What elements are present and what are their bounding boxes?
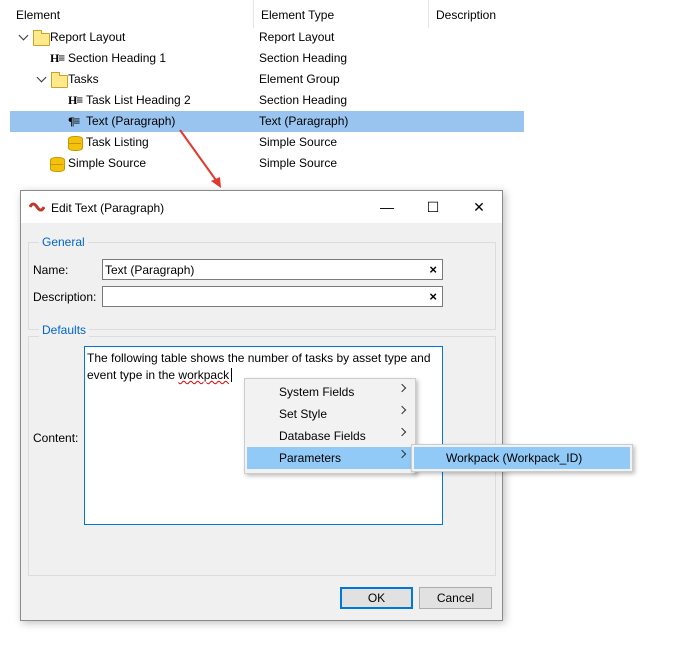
defaults-group-label: Defaults [39,323,90,337]
name-field[interactable]: Text (Paragraph) × [102,259,443,280]
tree-row-text-paragraph[interactable]: ¶≡ Text (Paragraph) Text (Paragraph) [10,111,524,132]
tree-row-task-listing[interactable]: Task Listing Simple Source [0,132,524,153]
tree-row-type: Simple Source [259,135,338,149]
dialog-titlebar[interactable]: Edit Text (Paragraph) — ☐ ✕ [21,191,502,223]
column-header-description[interactable]: Description [436,8,496,22]
chevron-right-icon [397,383,407,393]
tree-row-type: Section Heading [259,93,348,107]
tree-row-type: Section Heading [259,51,348,65]
menu-item-label: System Fields [279,385,355,399]
folder-icon [33,30,50,46]
heading-icon: H≡ [68,93,83,107]
tree-row-simple-source[interactable]: Simple Source Simple Source [0,153,524,174]
chevron-right-icon [397,449,407,459]
menu-item-parameters[interactable]: Parameters [247,447,413,469]
menu-item-database-fields[interactable]: Database Fields [247,425,413,447]
minimize-button[interactable]: — [364,191,410,223]
tree-row-label: Simple Source [68,156,147,170]
name-field-value: Text (Paragraph) [105,263,195,277]
name-label: Name: [33,263,69,277]
menu-item-set-style[interactable]: Set Style [247,403,413,425]
description-label: Description: [33,290,97,304]
menu-item-label: Parameters [279,451,342,465]
column-header-element[interactable]: Element [16,8,60,22]
chevron-down-icon[interactable] [36,72,47,83]
app-logo-icon [29,202,45,212]
ok-button[interactable]: OK [340,587,413,609]
chevron-down-icon[interactable] [18,30,29,41]
tree-row-label: Tasks [68,72,99,86]
chevron-right-icon [397,427,407,437]
clear-description-icon[interactable]: × [429,289,437,304]
content-text-misspelled: workpack [178,368,230,382]
tree-row-label: Report Layout [50,30,126,44]
maximize-button[interactable]: ☐ [410,191,456,223]
folder-icon [51,72,68,88]
tree-row-report-layout[interactable]: Report Layout Report Layout [0,27,524,48]
database-icon [68,136,83,151]
close-button[interactable]: ✕ [456,191,502,223]
cancel-button[interactable]: Cancel [419,587,492,609]
column-header-element-type[interactable]: Element Type [261,8,334,22]
heading-icon: H≡ [50,51,65,65]
tree-row-label: Section Heading 1 [68,51,167,65]
annotation-arrow [179,129,221,188]
menu-item-label: Workpack (Workpack_ID) [446,451,583,465]
paragraph-icon: ¶≡ [68,114,80,128]
menu-item-workpack[interactable]: Workpack (Workpack_ID) [414,447,630,469]
clear-name-icon[interactable]: × [429,262,437,277]
tree-header: Element Element Type Description [0,0,524,28]
tree-row-type: Report Layout [259,30,335,44]
tree-row-section-heading-1[interactable]: H≡ Section Heading 1 Section Heading [0,48,524,69]
tree-row-label: Task List Heading 2 [86,93,191,107]
context-menu: System Fields Set Style Database Fields … [244,378,416,474]
parameters-submenu: Workpack (Workpack_ID) [411,444,633,472]
database-icon [50,157,65,172]
content-label: Content: [33,431,79,445]
description-field[interactable]: × [102,286,443,307]
tree-row-type: Simple Source [259,156,338,170]
menu-item-label: Database Fields [279,429,366,443]
tree-row-type: Text (Paragraph) [259,114,349,128]
tree-row-label: Task Listing [86,135,149,149]
menu-item-label: Set Style [279,407,328,421]
chevron-right-icon [397,405,407,415]
tree-row-type: Element Group [259,72,340,86]
general-group-label: General [39,235,88,249]
tree-row-tasks[interactable]: Tasks Element Group [0,69,524,90]
menu-item-system-fields[interactable]: System Fields [247,381,413,403]
tree-row-task-list-heading-2[interactable]: H≡ Task List Heading 2 Section Heading [0,90,524,111]
tree-row-label: Text (Paragraph) [86,114,176,128]
dialog-title: Edit Text (Paragraph) [51,201,165,215]
